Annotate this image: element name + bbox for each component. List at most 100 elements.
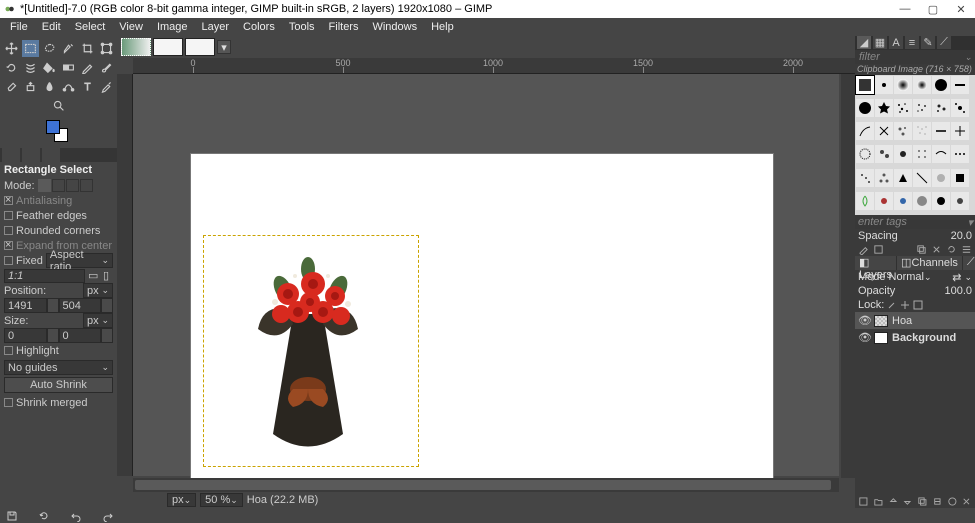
maximize-button[interactable]: ▢ <box>919 0 947 18</box>
close-button[interactable]: ✕ <box>947 0 975 18</box>
brush-item[interactable] <box>913 99 931 117</box>
brush-item[interactable] <box>856 122 874 140</box>
brush-item[interactable] <box>951 122 969 140</box>
eraser-tool[interactable] <box>3 78 20 95</box>
brush-item[interactable] <box>894 99 912 117</box>
brush-item[interactable] <box>951 76 969 94</box>
layer-name[interactable]: Hoa <box>892 315 912 327</box>
aspect-select[interactable]: Aspect ratio⌄ <box>46 253 113 268</box>
rounded-cb[interactable] <box>4 226 13 235</box>
brush-item[interactable] <box>951 169 969 187</box>
sz-x[interactable]: 0 <box>4 328 47 343</box>
undo-icon[interactable] <box>70 510 82 522</box>
expand-cb[interactable] <box>4 241 13 250</box>
menu-help[interactable]: Help <box>425 21 460 33</box>
pos-y[interactable]: 504 <box>59 298 102 313</box>
fg-color[interactable] <box>46 120 60 134</box>
autoshrink-button[interactable]: Auto Shrink <box>4 377 113 393</box>
tab-paths[interactable]: ⟋Paths <box>963 256 975 270</box>
path-tool[interactable] <box>60 78 77 95</box>
scrollbar-v[interactable] <box>841 74 855 478</box>
layer-background[interactable]: 👁 Background <box>855 329 975 346</box>
brush-item[interactable] <box>875 76 893 94</box>
sz-y[interactable]: 0 <box>59 328 102 343</box>
brush-item[interactable] <box>951 192 969 210</box>
redo-icon[interactable] <box>102 510 114 522</box>
text-tool[interactable] <box>79 78 96 95</box>
lock-alpha-icon[interactable] <box>913 300 923 310</box>
brush-item[interactable] <box>856 145 874 163</box>
pos-unit[interactable]: px⌄ <box>83 283 113 298</box>
patterns-tab[interactable]: ▦ <box>873 36 887 49</box>
brush-item[interactable] <box>932 145 950 163</box>
brush-item[interactable] <box>913 192 931 210</box>
lower-layer-icon[interactable] <box>902 496 913 507</box>
menu-edit[interactable]: Edit <box>36 21 67 33</box>
smudge-tool[interactable] <box>41 78 58 95</box>
image-tab-2[interactable] <box>153 38 183 56</box>
mode-switch-icon[interactable]: ⇄ <box>952 271 961 284</box>
layer-hoa[interactable]: 👁 Hoa <box>855 312 975 329</box>
menu-windows[interactable]: Windows <box>366 21 423 33</box>
menu-filters[interactable]: Filters <box>323 21 365 33</box>
scrollbar-h[interactable] <box>133 478 839 492</box>
refresh-brush-icon[interactable] <box>946 244 957 255</box>
image-tab-3[interactable] <box>185 38 215 56</box>
brush-clipboard[interactable] <box>856 76 874 94</box>
tab2[interactable] <box>22 148 40 162</box>
mode-sub[interactable] <box>66 179 79 192</box>
tag-input[interactable]: enter tags▾ <box>855 215 975 229</box>
menu-tools[interactable]: Tools <box>283 21 321 33</box>
brush-item[interactable] <box>856 192 874 210</box>
ratio-field[interactable]: 1:1 <box>4 269 85 283</box>
size-unit[interactable]: px⌄ <box>83 313 113 328</box>
mask-icon[interactable] <box>947 496 958 507</box>
pos-x[interactable]: 1491 <box>4 298 47 313</box>
menu-file[interactable]: File <box>4 21 34 33</box>
ruler-vertical[interactable] <box>117 74 133 476</box>
transform-tool[interactable] <box>98 40 115 57</box>
menu-select[interactable]: Select <box>69 21 112 33</box>
menu-layer[interactable]: Layer <box>196 21 236 33</box>
blend-mode[interactable]: Normal⌄ <box>889 271 950 283</box>
brush-item[interactable] <box>875 169 893 187</box>
zoom-select[interactable]: 50 % ⌄ <box>200 493 243 507</box>
dup-layer-icon[interactable] <box>917 496 928 507</box>
brush-item[interactable] <box>875 122 893 140</box>
mode-intersect[interactable] <box>80 179 93 192</box>
canvas-area[interactable] <box>133 74 839 476</box>
free-select-tool[interactable] <box>41 40 58 57</box>
brush-item[interactable] <box>894 122 912 140</box>
pos-y-spin[interactable] <box>101 298 113 313</box>
guides-select[interactable]: No guides⌄ <box>4 360 113 375</box>
landscape-icon[interactable]: ▭ <box>88 269 100 282</box>
paths-tab[interactable]: ⟋ <box>937 36 951 49</box>
menu-image[interactable]: Image <box>151 21 194 33</box>
tab-channels[interactable]: ◫Channels <box>897 256 962 270</box>
merge-layer-icon[interactable] <box>932 496 943 507</box>
fixed-cb[interactable] <box>4 256 13 265</box>
image-tab-1[interactable] <box>121 38 151 56</box>
tab1[interactable] <box>2 148 20 162</box>
zoom-tool[interactable] <box>50 97 67 114</box>
brush-item[interactable] <box>894 169 912 187</box>
feather-cb[interactable] <box>4 211 13 220</box>
history-tab[interactable]: ≡ <box>905 36 919 49</box>
tab-menu-button[interactable]: ▾ <box>217 40 231 54</box>
reset-icon[interactable] <box>38 510 50 522</box>
fuzzy-select-tool[interactable] <box>60 40 77 57</box>
brush-tool[interactable] <box>98 59 115 76</box>
highlight-cb[interactable] <box>4 346 13 355</box>
menu-colors[interactable]: Colors <box>237 21 281 33</box>
brushes-tab[interactable]: ◢ <box>857 36 871 49</box>
layer-name[interactable]: Background <box>892 332 956 344</box>
brush-item[interactable] <box>932 76 950 94</box>
move-tool[interactable] <box>3 40 20 57</box>
rotate-tool[interactable] <box>3 59 20 76</box>
pencil-tool[interactable] <box>79 59 96 76</box>
brush-item[interactable] <box>875 99 893 117</box>
mode-replace[interactable] <box>38 179 51 192</box>
new-layer-icon[interactable] <box>858 496 869 507</box>
mode-add[interactable] <box>52 179 65 192</box>
portrait-icon[interactable]: ▯ <box>103 269 113 282</box>
